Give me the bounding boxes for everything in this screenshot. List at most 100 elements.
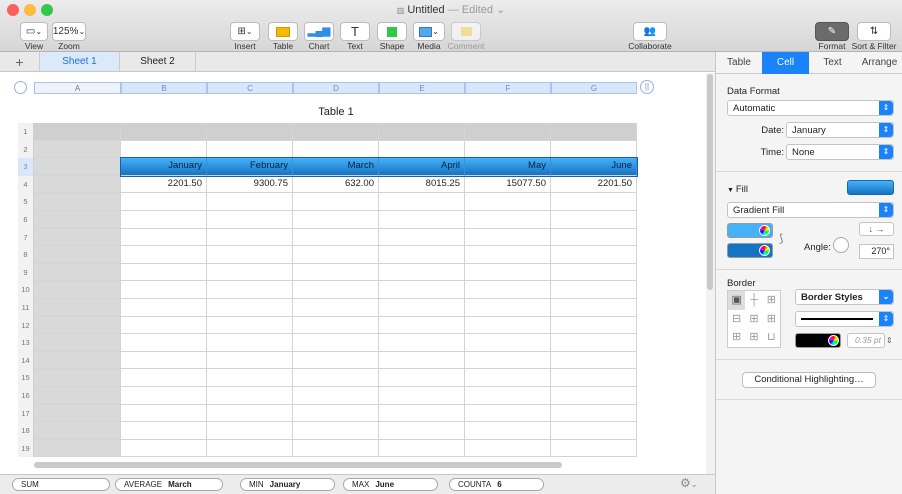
table-cell[interactable] (121, 387, 207, 405)
table-cell[interactable] (121, 404, 207, 423)
table-cell[interactable] (379, 404, 465, 423)
sort-filter-button[interactable]: ⇅ (857, 22, 891, 41)
row-header-17[interactable]: 17 (18, 404, 34, 423)
status-counta[interactable]: COUNTA 6 (449, 478, 544, 491)
table-cell[interactable] (34, 263, 121, 282)
table-cell[interactable] (207, 334, 293, 352)
chart-button[interactable]: ▂▄▆ (304, 22, 334, 41)
table-cell[interactable] (379, 387, 465, 405)
table-cell[interactable] (465, 299, 551, 317)
table-cell[interactable] (34, 351, 121, 370)
table-cell[interactable] (121, 299, 207, 317)
add-sheet-button[interactable]: + (0, 52, 40, 71)
line-style-select[interactable]: ⇕ (795, 311, 894, 327)
table-cell[interactable] (207, 211, 293, 229)
column-header-b[interactable]: B (121, 82, 207, 94)
view-button[interactable]: ▭ ⌄ (20, 22, 48, 41)
table-cell[interactable] (465, 281, 551, 299)
table-cell[interactable] (293, 123, 379, 141)
table-cell[interactable]: 9300.75 (207, 175, 293, 194)
table-cell[interactable] (379, 316, 465, 335)
table-cell[interactable] (551, 316, 637, 335)
table-cell[interactable] (207, 299, 293, 317)
table-cell[interactable] (121, 439, 207, 458)
table-cell[interactable] (121, 140, 207, 159)
table-cell[interactable] (121, 193, 207, 211)
fill-heading[interactable]: ▼ Fill (727, 184, 748, 195)
table-cell[interactable] (207, 228, 293, 247)
column-header-e[interactable]: E (379, 82, 465, 94)
table-cell[interactable] (207, 316, 293, 335)
table-cell[interactable] (34, 387, 121, 405)
table-cell[interactable] (121, 123, 207, 141)
table-cell[interactable] (34, 439, 121, 458)
column-header-g[interactable]: G (551, 82, 637, 94)
row-header-6[interactable]: 6 (18, 211, 34, 229)
row-header-15[interactable]: 15 (18, 369, 34, 387)
color-wheel-icon[interactable] (759, 245, 770, 256)
table-cell[interactable] (551, 263, 637, 282)
table-cell[interactable] (551, 422, 637, 440)
table-cell[interactable] (551, 246, 637, 264)
row-header-19[interactable]: 19 (18, 439, 34, 458)
table-cell[interactable] (293, 263, 379, 282)
row-header-10[interactable]: 10 (18, 281, 34, 299)
table-cell[interactable] (465, 369, 551, 387)
swap-colors-icon[interactable]: ⟆ (779, 232, 783, 245)
border-width-field[interactable]: 0.35 pt (847, 333, 885, 348)
table-cell[interactable]: 15077.50 (465, 175, 551, 194)
table-cell[interactable] (207, 387, 293, 405)
table-cell[interactable] (551, 369, 637, 387)
table-cell[interactable] (465, 316, 551, 335)
table-cell[interactable] (551, 228, 637, 247)
border-center-icon[interactable]: ⊞ (745, 328, 762, 347)
table-cell[interactable] (121, 246, 207, 264)
table-cell[interactable] (207, 404, 293, 423)
media-button[interactable]: ⌄ (413, 22, 445, 41)
table-cell[interactable] (465, 404, 551, 423)
status-average[interactable]: AVERAGE March (115, 478, 223, 491)
border-outer-icon[interactable]: ⊞ (763, 291, 780, 310)
table-cell[interactable] (551, 387, 637, 405)
table-cell[interactable] (293, 228, 379, 247)
tab-arrange[interactable]: Arrange (856, 52, 902, 74)
table-cell[interactable] (293, 193, 379, 211)
color-wheel-icon[interactable] (759, 225, 770, 236)
gear-icon[interactable]: ⚙⌄ (680, 476, 697, 490)
column-header-a[interactable]: A (34, 82, 121, 94)
vertical-scrollbar[interactable] (707, 74, 713, 290)
angle-field[interactable]: 270° (859, 244, 894, 259)
row-header-14[interactable]: 14 (18, 351, 34, 370)
table-cell[interactable] (121, 228, 207, 247)
table-cell[interactable] (379, 422, 465, 440)
row-header-9[interactable]: 9 (18, 263, 34, 282)
table-cell[interactable] (121, 211, 207, 229)
table-cell[interactable] (551, 351, 637, 370)
add-column-handle[interactable]: || (640, 80, 654, 94)
horizontal-scrollbar[interactable] (34, 462, 562, 468)
row-header-4[interactable]: 4 (18, 175, 34, 194)
sheet-tab-1[interactable]: Sheet 1 (40, 52, 120, 71)
table-cell[interactable] (465, 193, 551, 211)
table-cell[interactable] (34, 246, 121, 264)
row-header-1[interactable]: 1 (18, 123, 34, 141)
row-header-11[interactable]: 11 (18, 299, 34, 317)
row-header-16[interactable]: 16 (18, 387, 34, 405)
table-cell[interactable] (34, 140, 121, 159)
tab-text[interactable]: Text (809, 52, 856, 74)
table-cell[interactable] (379, 281, 465, 299)
format-button[interactable]: ✎ (815, 22, 849, 41)
table-cell[interactable] (34, 193, 121, 211)
table-cell[interactable] (379, 439, 465, 458)
table-cell[interactable] (34, 299, 121, 317)
color-wheel-icon[interactable] (828, 335, 839, 346)
text-button[interactable]: T (340, 22, 370, 41)
table-cell[interactable] (551, 281, 637, 299)
angle-dial[interactable] (833, 237, 849, 253)
column-header-d[interactable]: D (293, 82, 379, 94)
border-horizontal-icon[interactable]: ⊟ (728, 310, 745, 329)
table-cell[interactable] (34, 158, 121, 176)
table-cell[interactable] (34, 175, 121, 194)
table-title[interactable]: Table 1 (121, 106, 551, 118)
table-cell[interactable] (379, 228, 465, 247)
